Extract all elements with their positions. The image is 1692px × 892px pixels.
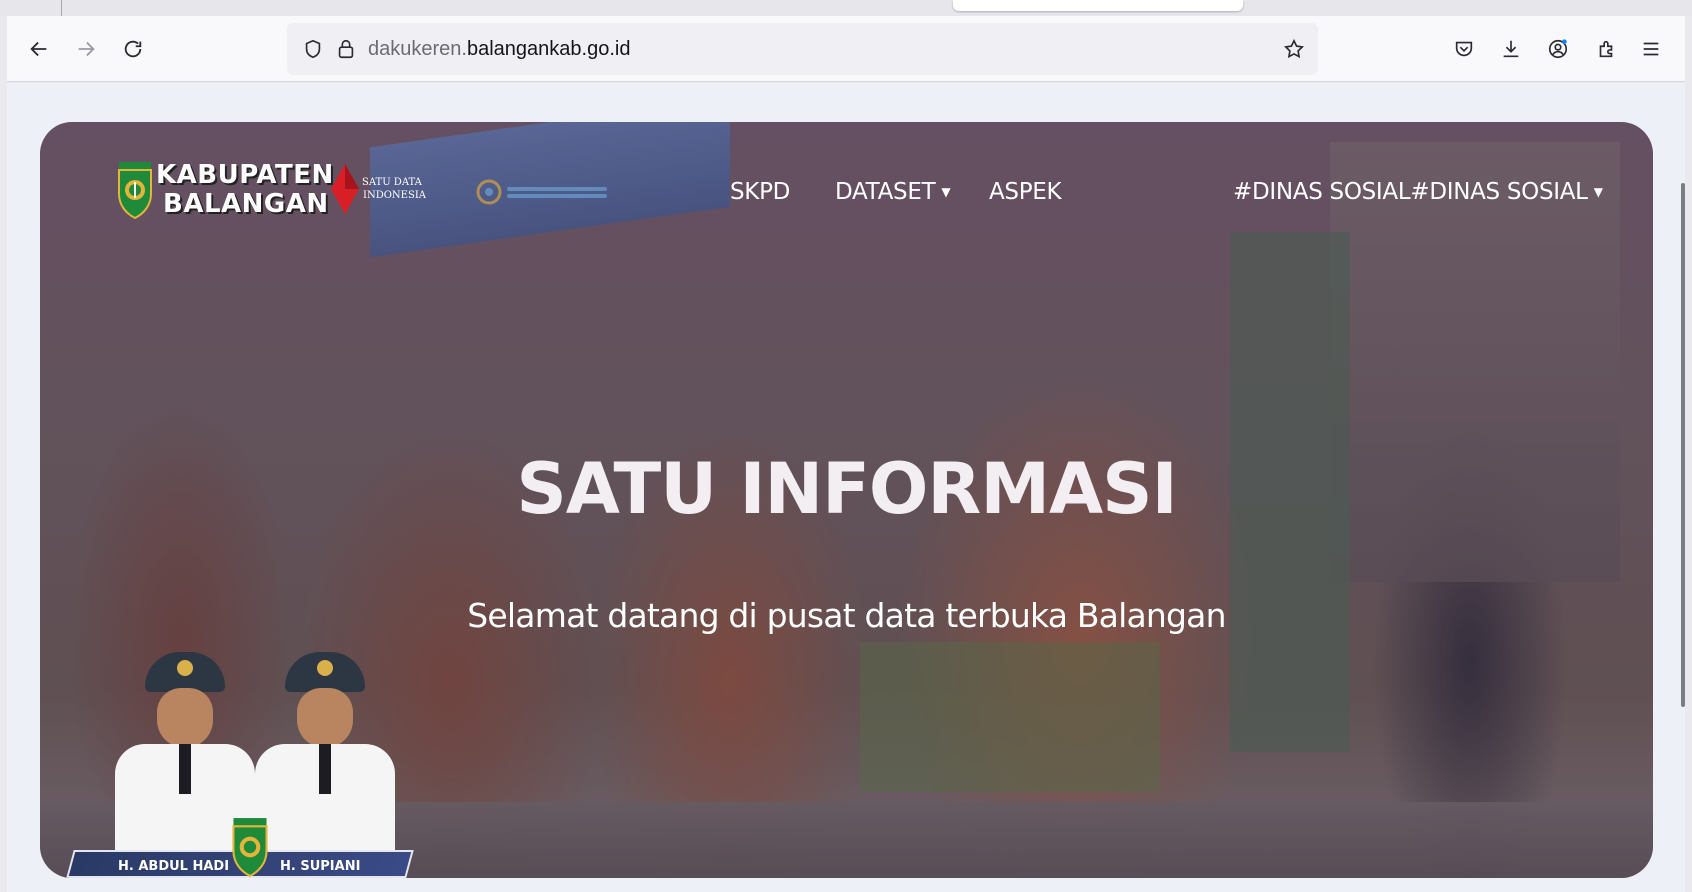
officials-portrait: H. ABDUL HADI H. SUPIANI [66,617,414,878]
nav-user-label: #DINAS SOSIAL#DINAS SOSIAL [1233,179,1588,205]
reload-icon[interactable] [116,32,150,66]
hero-banner: KABUPATEN BALANGAN SATU DATA INDONESIA S… [40,122,1653,878]
official-portrait-right [255,652,395,852]
forward-arrow-icon[interactable] [69,32,103,66]
balangan-crest-icon [118,162,152,220]
caret-down-icon: ▼ [1593,185,1603,199]
vertical-scrollbar[interactable] [1681,183,1685,707]
partner-logo[interactable] [475,178,607,206]
url-subdomain: dakukeren. [368,38,467,60]
extensions-icon[interactable] [1589,32,1623,66]
url-text[interactable]: dakukeren.balangankab.go.id [368,38,630,61]
nav-skpd-label: SKPD [730,179,791,205]
lock-icon[interactable] [333,36,359,62]
browser-toolbar: dakukeren.balangankab.go.id [7,16,1685,82]
balangan-crest-icon [232,818,268,878]
partner-logo-text [507,184,607,201]
nav-user-menu[interactable]: #DINAS SOSIAL#DINAS SOSIAL ▼ [1233,179,1603,205]
logo-line-2: BALANGAN [163,189,329,219]
nav-skpd[interactable]: SKPD [730,179,790,205]
tab-strip [0,0,1692,16]
sdi-text: SATU DATA INDONESIA [362,176,426,202]
logo-line-1: KABUPATEN [156,160,334,190]
nav-dataset[interactable]: DATASET ▼ [835,179,951,205]
nav-dataset-label: DATASET [835,179,936,205]
sdi-line-1: SATU DATA [362,177,422,188]
url-bar[interactable]: dakukeren.balangankab.go.id [287,23,1318,75]
nav-aspek-label: ASPEK [989,179,1062,205]
nav-aspek[interactable]: ASPEK [989,179,1062,205]
download-icon[interactable] [1494,32,1528,66]
star-icon[interactable] [1281,36,1307,62]
tab-separator [61,0,62,16]
caret-down-icon: ▼ [941,185,951,199]
kabupaten-balangan-logo[interactable]: KABUPATEN BALANGAN [118,160,334,220]
shield-icon[interactable] [300,36,326,62]
official-name-right: H. SUPIANI [280,859,361,874]
hero-title: SATU INFORMASI [516,448,1177,530]
hamburger-menu-icon[interactable] [1634,32,1668,66]
back-arrow-icon[interactable] [22,32,56,66]
account-icon[interactable] [1541,32,1575,66]
logo-text: KABUPATEN BALANGAN [156,161,334,219]
satu-data-indonesia-logo[interactable]: SATU DATA INDONESIA [330,162,426,216]
pocket-icon[interactable] [1447,32,1481,66]
official-name-left: H. ABDUL HADI [118,859,230,874]
partner-logo-icon [476,179,502,205]
sdi-line-2: INDONESIA [363,190,426,201]
active-tab[interactable] [953,0,1243,11]
sdi-diamond-icon [331,164,359,214]
url-domain: balangankab.go.id [466,38,631,60]
